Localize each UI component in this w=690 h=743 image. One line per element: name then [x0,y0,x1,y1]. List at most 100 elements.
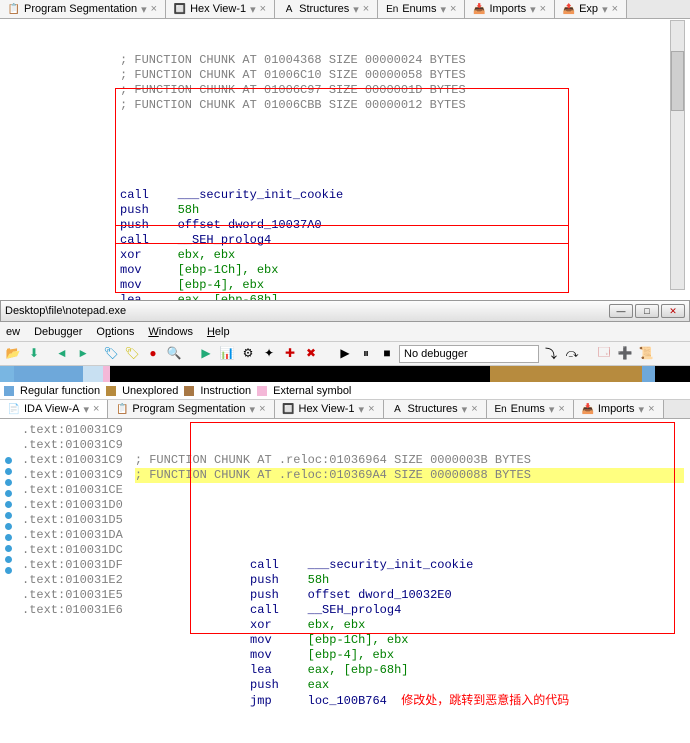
open-icon[interactable]: 📂 [4,345,22,363]
scrollbar-vertical[interactable] [670,20,685,290]
chart-icon[interactable]: 📊 [218,345,236,363]
stop-record-icon[interactable]: ● [144,345,162,363]
add-watch-icon[interactable]: ➕ [616,345,634,363]
breakpoint-dot[interactable] [5,534,12,541]
breakpoint-dot[interactable] [5,512,12,519]
dropdown-icon[interactable]: ▾ [141,3,147,16]
script-icon[interactable]: 📜 [637,345,655,363]
breakpoint-dot[interactable] [5,523,12,530]
tab-hex-view-b[interactable]: 🔲Hex View-1 ▾ × [275,400,384,418]
marker-blue-icon[interactable]: 🏷 [102,345,120,363]
tab-enums-b[interactable]: EnEnums ▾ × [487,400,574,418]
tab-program-segmentation[interactable]: 📋 Program Segmentation ▾ × [0,0,166,18]
minimize-button[interactable]: — [609,304,633,318]
close-tab-icon[interactable]: × [368,403,374,415]
stop-icon[interactable]: ■ [378,345,396,363]
breakpoint-dot[interactable] [5,556,12,563]
close-tab-icon[interactable]: × [450,3,456,15]
tab-label: Enums [402,3,436,15]
dropdown-icon[interactable]: ▾ [250,403,256,416]
red-highlight-box-call [115,225,569,244]
dropdown-icon[interactable]: ▾ [462,403,468,416]
close-tab-icon[interactable]: × [93,403,99,415]
close-tab-icon[interactable]: × [471,403,477,415]
menu-debugger[interactable]: Debugger [34,326,82,338]
breakpoint-dot[interactable] [5,545,12,552]
tab-glyph-icon: En [495,403,507,415]
close-tab-icon[interactable]: × [151,3,157,15]
tab-program-segmentation-b[interactable]: 📋Program Segmentation ▾ × [108,400,274,418]
window-title-bar[interactable]: Desktop\file\notepad.exe — □ ✕ [0,300,690,322]
menu-windows[interactable]: Windows [148,326,193,338]
scroll-thumb[interactable] [671,51,684,111]
tab-label: Program Segmentation [24,3,137,15]
close-tab-icon[interactable]: × [648,403,654,415]
menu-help[interactable]: Help [207,326,230,338]
nav-bar[interactable] [0,366,690,382]
legend-label: Unexplored [122,385,178,397]
tab-hex-view[interactable]: 🔲Hex View-1 ▾ × [166,0,275,18]
tab-imports-b[interactable]: 📥Imports ▾ × [574,400,664,418]
tab-structures[interactable]: AStructures ▾ × [275,0,378,18]
back-icon[interactable]: ◄ [53,345,71,363]
breakpoint-dot[interactable] [5,468,12,475]
star-icon[interactable]: ✦ [260,345,278,363]
breakpoint-dot[interactable] [5,490,12,497]
tab-imports[interactable]: 📥Imports ▾ × [465,0,555,18]
fwd-icon[interactable]: ► [74,345,92,363]
dropdown-icon[interactable]: ▾ [440,3,446,16]
annotation-text: 修改处，跳转到恶意插入的代码 [401,693,569,707]
tab-glyph-icon: 📋 [8,3,20,15]
step-over-icon[interactable]: ⤼ [563,345,581,363]
close-tab-icon[interactable]: × [363,3,369,15]
save-icon[interactable]: ⬇ [25,345,43,363]
tab-exports[interactable]: 📤Exp ▾ × [555,0,627,18]
tab-ida-view-a[interactable]: 📄 IDA View-A ▾ × [0,400,108,418]
add-icon[interactable]: ✚ [281,345,299,363]
dropdown-icon[interactable]: ▾ [530,3,536,16]
breakpoint-dot[interactable] [5,567,12,574]
breakpoint-dot[interactable] [5,457,12,464]
breakpoint-dot[interactable] [5,501,12,508]
dropdown-icon[interactable]: ▾ [639,403,645,416]
step-into-icon[interactable]: ⤵ [542,345,560,363]
legend-label: External symbol [273,385,351,397]
maximize-button[interactable]: □ [635,304,659,318]
tab-structures-b[interactable]: AStructures ▾ × [384,400,487,418]
debug-run-icon[interactable]: ▶ [197,345,215,363]
tab-glyph-icon: 🔲 [283,403,295,415]
tab-enums[interactable]: EnEnums ▾ × [378,0,465,18]
close-tab-icon[interactable]: × [612,3,618,15]
gear-icon[interactable]: ⚙ [239,345,257,363]
close-tab-icon[interactable]: × [260,3,266,15]
menu-ew[interactable]: ew [6,326,20,338]
marker-yellow-icon[interactable]: 🏷 [123,345,141,363]
close-tab-icon[interactable]: × [558,403,564,415]
tab-glyph-icon: 📄 [8,403,20,415]
legend: Regular functionUnexploredInstructionExt… [0,382,690,400]
toolbar: 📂 ⬇ ◄ ► 🏷 🏷 ● 🔍 ▶ 📊 ⚙ ✦ ✚ ✖ ▶ ⏸ ■ ⤵ ⤼ 🗔 … [0,342,690,366]
dropdown-icon[interactable]: ▾ [353,3,359,16]
debugger-select[interactable] [399,345,539,363]
search-icon[interactable]: 🔍 [165,345,183,363]
dropdown-icon[interactable]: ▾ [549,403,555,416]
menu-options[interactable]: Options [96,326,134,338]
dropdown-icon[interactable]: ▾ [602,3,608,16]
tab-glyph-icon: 📥 [582,403,594,415]
pause-icon[interactable]: ⏸ [357,345,375,363]
legend-swatch [257,386,267,396]
cancel-icon[interactable]: ✖ [302,345,320,363]
close-tab-icon[interactable]: × [540,3,546,15]
close-tab-icon[interactable]: × [259,403,265,415]
window-icon[interactable]: 🗔 [595,345,613,363]
play-icon[interactable]: ▶ [336,345,354,363]
tab-glyph-icon: 📥 [473,3,485,15]
breakpoint-dot[interactable] [5,479,12,486]
dropdown-icon[interactable]: ▾ [83,403,89,416]
tab-label: IDA View-A [24,403,79,415]
legend-swatch [106,386,116,396]
dropdown-icon[interactable]: ▾ [250,3,256,16]
tab-label: Program Segmentation [132,403,245,415]
dropdown-icon[interactable]: ▾ [359,403,365,416]
close-button[interactable]: ✕ [661,304,685,318]
